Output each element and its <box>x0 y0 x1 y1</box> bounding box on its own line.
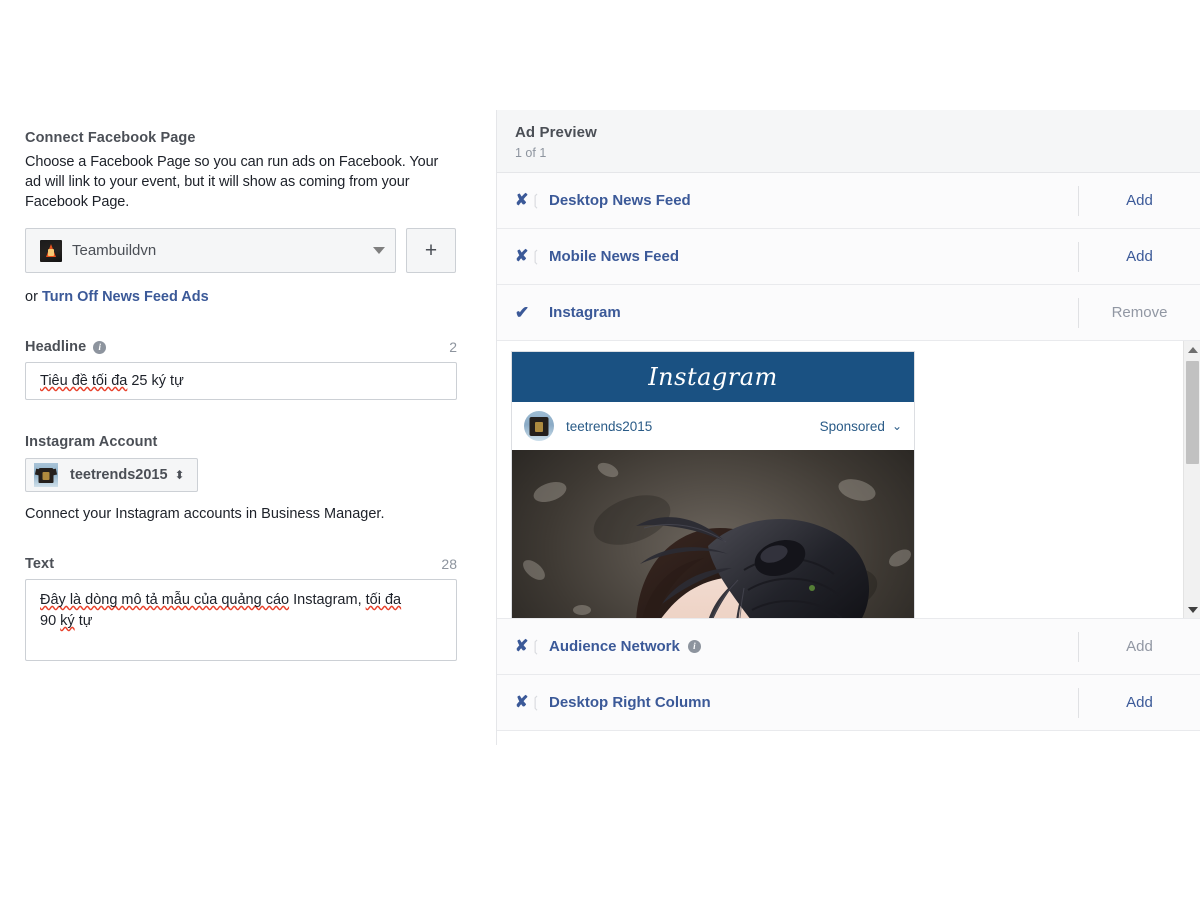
text-textarea[interactable]: Đây là dòng mô tả mẫu của quảng cáo Inst… <box>25 579 457 661</box>
headline-value-spellchecked: Tiêu đề tối đa <box>40 373 128 389</box>
placement-label: Desktop Right Column <box>549 694 711 711</box>
scroll-down-arrow-icon[interactable] <box>1184 601 1200 618</box>
chevron-down-icon: ⌄ <box>891 419 902 433</box>
text-value-line2-plain: 90 <box>40 613 61 629</box>
text-value-spell-1: Đây là dòng mô tả mẫu của quảng cáo <box>40 592 290 608</box>
placement-label: Mobile News Feed <box>549 248 680 265</box>
preview-scrollbar[interactable] <box>1183 341 1200 618</box>
add-placement-button[interactable]: Add <box>1078 185 1200 216</box>
instagram-user-row: teetrends2015 Sponsored ⌄ <box>512 402 914 450</box>
text-value-plain-1: Instagram, <box>289 592 366 608</box>
text-counter: 28 <box>441 556 457 572</box>
preview-header: Ad Preview 1 of 1 <box>497 110 1200 173</box>
placement-label: Desktop News Feed <box>549 192 691 209</box>
add-placement-button[interactable]: Add <box>1078 241 1200 272</box>
text-value-line2-spell: ký <box>60 613 75 629</box>
info-icon[interactable]: i <box>687 640 701 653</box>
text-label: Text <box>25 556 55 572</box>
headline-input[interactable]: Tiêu đề tối đa 25 ký tự <box>25 362 457 400</box>
add-placement-button[interactable]: Add <box>1078 631 1200 662</box>
add-page-button[interactable]: + <box>406 228 456 273</box>
placement-row-desktop-right-column[interactable]: ✘ ❲ Desktop Right Column Add <box>497 675 1200 731</box>
headline-value-plain: 25 ký tự <box>127 373 184 389</box>
instagram-ad-photo <box>512 450 914 618</box>
add-placement-button[interactable]: Add <box>1078 687 1200 718</box>
sponsored-label: Sponsored <box>819 418 885 434</box>
instagram-topbar: Instagram <box>512 352 914 402</box>
chevron-down-icon <box>373 247 385 254</box>
turn-off-news-feed-ads-link[interactable]: Turn Off News Feed Ads <box>42 289 209 305</box>
text-value-spell-2: tối đa <box>365 592 402 608</box>
x-mark-icon: ✘ ❲ <box>515 247 542 265</box>
check-icon: ✔ <box>515 303 530 322</box>
placement-label: Instagram <box>549 304 621 321</box>
instagram-username[interactable]: teetrends2015 <box>566 419 652 434</box>
x-mark-icon: ✘ ❲ <box>515 191 542 209</box>
turn-off-news-feed-ads-row: or Turn Off News Feed Ads <box>25 289 457 305</box>
instagram-account-section: Instagram Account teetrends2015 ⬍ Connec… <box>25 434 457 522</box>
instagram-account-name: teetrends2015 <box>70 467 168 483</box>
page-avatar <box>40 239 62 262</box>
placement-row-mobile-news-feed[interactable]: ✘ ❲ Mobile News Feed Add <box>497 229 1200 285</box>
instagram-wordmark: Instagram <box>648 363 778 391</box>
scroll-up-arrow-icon[interactable] <box>1184 341 1200 358</box>
x-mark-icon: ✘ ❲ <box>515 637 542 655</box>
connect-page-label: Connect Facebook Page <box>25 130 196 146</box>
headline-section: Headline i 2 Tiêu đề tối đa 25 ký tự <box>25 339 457 400</box>
connect-facebook-page-section: Connect Facebook Page Choose a Facebook … <box>25 130 457 305</box>
placement-row-instagram[interactable]: ✔ Instagram Remove <box>497 285 1200 341</box>
ad-form-column: Connect Facebook Page Choose a Facebook … <box>25 130 457 661</box>
headline-label: Headline <box>25 339 87 355</box>
connect-page-description: Choose a Facebook Page so you can run ad… <box>25 154 439 210</box>
ad-photo-graphic <box>512 450 914 618</box>
remove-placement-button[interactable]: Remove <box>1078 297 1200 328</box>
instagram-account-label: Instagram Account <box>25 434 158 450</box>
instagram-account-note: Connect your Instagram accounts in Busin… <box>25 506 385 522</box>
facebook-page-select[interactable]: Teambuildvn <box>25 228 396 273</box>
page-title: Ad Preview <box>515 124 597 141</box>
preview-count: 1 of 1 <box>515 146 547 160</box>
scrollbar-thumb[interactable] <box>1186 361 1199 464</box>
or-prefix: or <box>25 289 38 305</box>
instagram-ad-card: Instagram teetrends2015 Sponsored ⌄ <box>511 351 915 618</box>
instagram-account-avatar <box>34 463 58 487</box>
text-header: Text 28 <box>25 556 457 572</box>
text-section: Text 28 Đây là dòng mô tả mẫu của quảng … <box>25 556 457 661</box>
text-value-line2-tail: tự <box>74 613 93 629</box>
instagram-preview-body: Instagram teetrends2015 Sponsored ⌄ <box>497 341 1200 619</box>
page-selector-row: Teambuildvn + <box>25 228 457 273</box>
placement-label-wrapper: Audience Network i <box>549 638 701 655</box>
headline-counter: 2 <box>449 339 457 355</box>
placement-row-desktop-news-feed[interactable]: ✘ ❲ Desktop News Feed Add <box>497 173 1200 229</box>
placement-label: Audience Network <box>549 638 680 655</box>
placement-row-audience-network[interactable]: ✘ ❲ Audience Network i Add <box>497 619 1200 675</box>
ad-preview-panel: Ad Preview 1 of 1 ✘ ❲ Desktop News Feed A… <box>496 110 1200 745</box>
sponsored-menu[interactable]: Sponsored ⌄ <box>820 419 902 434</box>
selected-page-name: Teambuildvn <box>72 242 157 259</box>
stepper-updown-icon: ⬍ <box>174 468 185 482</box>
x-mark-icon: ✘ ❲ <box>515 693 542 711</box>
instagram-account-select[interactable]: teetrends2015 ⬍ <box>25 458 198 492</box>
avatar <box>524 411 554 441</box>
ad-creation-screen: Connect Facebook Page Choose a Facebook … <box>0 0 1200 900</box>
info-icon[interactable]: i <box>93 340 107 354</box>
headline-header: Headline i 2 <box>25 339 457 355</box>
